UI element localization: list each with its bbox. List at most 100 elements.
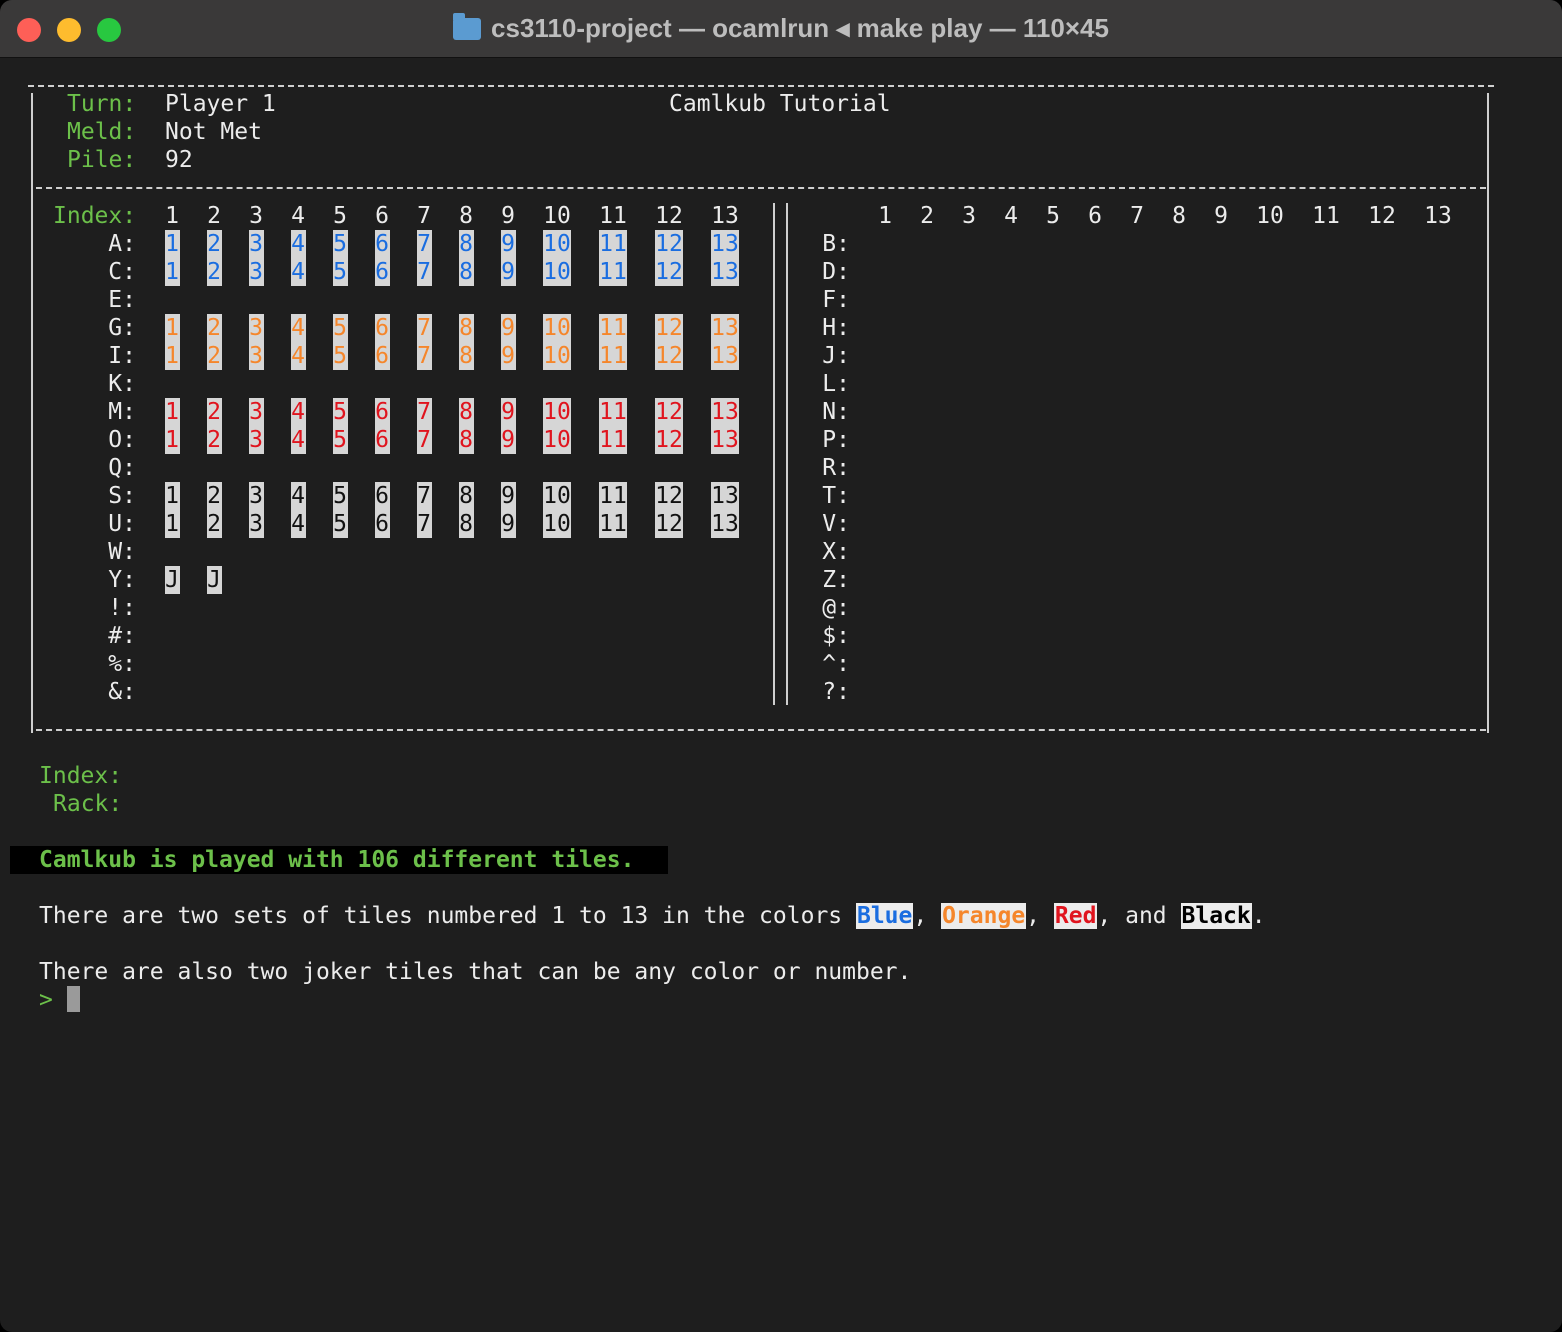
left-column-header: 11 [599,203,627,229]
right-column-header: 1 [878,203,892,229]
tile: 10 [543,230,571,258]
board-left-border [31,93,33,733]
row-label: F: [822,287,850,313]
right-column-header: 10 [1256,203,1284,229]
tile: 6 [374,398,390,426]
tile: 11 [599,482,627,510]
tile: 12 [655,398,683,426]
board-bottom-border [36,729,1486,731]
tile: 3 [248,230,264,258]
text-cursor[interactable] [67,986,80,1012]
tile: 7 [416,482,432,510]
row-label: &: [108,679,136,705]
tile: 12 [655,482,683,510]
row-label: Q: [108,455,136,481]
left-column-header: 2 [207,203,221,229]
right-column-header: 9 [1214,203,1228,229]
row-label: N: [822,399,850,425]
tutorial-line-1-text: There are two sets of tiles numbered 1 t… [39,903,856,929]
tile: 13 [711,230,739,258]
tile: 10 [543,258,571,286]
title-bar[interactable]: cs3110-project — ocamlrun ◂ make play — … [0,0,1562,58]
tile: 8 [458,398,474,426]
color-chip-black: Black [1180,903,1252,929]
terminal-window: cs3110-project — ocamlrun ◂ make play — … [0,0,1562,1332]
tile: 7 [416,230,432,258]
tile: 2 [206,342,222,370]
tile: 13 [711,258,739,286]
tile: 5 [332,342,348,370]
row-label: E: [108,287,136,313]
tile: 7 [416,258,432,286]
tile: 3 [248,398,264,426]
tile: 13 [711,314,739,342]
tile: 13 [711,342,739,370]
row-label: %: [108,651,136,677]
tile: 3 [248,510,264,538]
tile: 1 [164,426,180,454]
row-label: H: [822,315,850,341]
tile: 5 [332,258,348,286]
left-column-header: 12 [655,203,683,229]
terminal-content[interactable]: Turn: Player 1 Camlkub Tutorial Meld: No… [0,58,1562,1332]
header-divider [36,187,1486,189]
tile: 9 [500,426,516,454]
row-label: L: [822,371,850,397]
tile: 7 [416,510,432,538]
tile: 4 [290,258,306,286]
separator-3: , and [1097,903,1181,929]
row-label: @: [822,595,850,621]
rack-label: Rack: [53,791,123,817]
tile: 9 [500,314,516,342]
tile: 2 [206,398,222,426]
board-top-border [28,85,1494,87]
turn-value: Player 1 [165,91,276,117]
tile: 11 [599,258,627,286]
row-label: #: [108,623,136,649]
tile: 8 [458,258,474,286]
right-column-header: 3 [962,203,976,229]
tile: 3 [248,258,264,286]
tile: 3 [248,314,264,342]
row-label: ^: [822,651,850,677]
tile: 2 [206,426,222,454]
tile: J [206,566,222,594]
window-title: cs3110-project — ocamlrun ◂ make play — … [491,13,1109,43]
tile: 6 [374,426,390,454]
tile: 11 [599,230,627,258]
tile: 4 [290,342,306,370]
tile: 5 [332,482,348,510]
row-label: A: [108,231,136,257]
row-label: X: [822,539,850,565]
tile: 11 [599,314,627,342]
tile: 11 [599,342,627,370]
row-label: C: [108,259,136,285]
tile: 11 [599,398,627,426]
tile: 1 [164,258,180,286]
tile: 5 [332,314,348,342]
meld-label: Meld: [67,119,137,145]
left-column-header: 9 [501,203,515,229]
tile: 5 [332,230,348,258]
row-label: V: [822,511,850,537]
tile: 2 [206,314,222,342]
color-chip-blue: Blue [855,903,914,929]
color-chip-red: Red [1053,903,1098,929]
color-chip-orange: Orange [941,903,1027,929]
tile: 10 [543,510,571,538]
tile: 2 [206,258,222,286]
tile: 3 [248,342,264,370]
separator-1: , [913,903,942,929]
row-label: !: [108,595,136,621]
tile: 6 [374,342,390,370]
tutorial-line-1: There are two sets of tiles numbered 1 t… [39,902,1266,930]
row-label: M: [108,399,136,425]
tile: 10 [543,314,571,342]
tile: 6 [374,482,390,510]
row-label: U: [108,511,136,537]
left-column-header: 13 [711,203,739,229]
tile: 12 [655,426,683,454]
tile: 5 [332,398,348,426]
board-center-divider-1 [773,203,775,705]
tile: 4 [290,510,306,538]
